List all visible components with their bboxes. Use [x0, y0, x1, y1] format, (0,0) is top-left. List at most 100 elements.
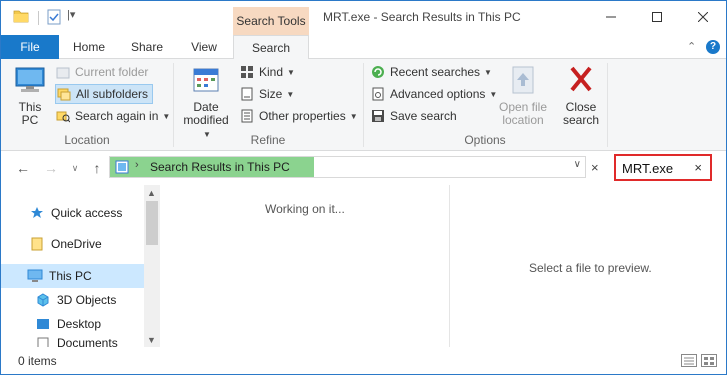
search-again-in-label: Search again in [75, 109, 159, 123]
folder-icon[interactable] [13, 9, 29, 26]
recent-searches-button[interactable]: Recent searches ▼ [370, 62, 492, 82]
open-file-location-label: Open file location [498, 100, 548, 127]
scroll-thumb[interactable] [146, 201, 158, 245]
nav-item-desktop[interactable]: Desktop [1, 312, 144, 336]
calendar-icon [177, 65, 235, 98]
title-bar: |▾ Search Tools MRT.exe - Search Results… [1, 1, 726, 35]
group-separator [607, 63, 608, 147]
tab-home[interactable]: Home [65, 35, 113, 59]
all-subfolders-button[interactable]: All subfolders [55, 84, 154, 104]
tab-share[interactable]: Share [123, 35, 171, 59]
navigation-scrollbar[interactable]: ▲ ▼ [144, 185, 160, 347]
file-list[interactable]: Working on it... [162, 185, 449, 347]
search-input[interactable]: MRT.exe × [614, 154, 712, 181]
dropdown-arrow-icon: ▼ [162, 111, 171, 121]
nav-item-label: OneDrive [51, 237, 102, 251]
customize-quick-access-icon[interactable]: |▾ [67, 8, 75, 21]
status-bar: 0 items [1, 347, 726, 374]
search-results-icon [115, 160, 129, 177]
forward-button[interactable]: → [43, 159, 59, 177]
nav-item-quick-access[interactable]: Quick access [1, 201, 144, 225]
breadcrumb-chevron-icon: › [135, 159, 139, 171]
search-again-in-button[interactable]: Search again in ▼ [55, 106, 170, 126]
dropdown-arrow-icon: ▼ [484, 67, 492, 77]
other-properties-button[interactable]: Other properties ▼ [239, 106, 358, 126]
folder-icon [29, 236, 45, 252]
nav-item-documents[interactable]: Documents [1, 336, 144, 347]
refine-group-label: Refine [250, 133, 286, 147]
window-title: MRT.exe - Search Results in This PC [323, 10, 521, 24]
back-button[interactable]: ← [15, 159, 31, 177]
tab-search[interactable]: Search [233, 35, 309, 60]
close-search-button[interactable]: Close search [559, 65, 603, 127]
navigation-bar: ← → ∨ ↑ › Search Results in This PC ∨ × … [1, 151, 726, 185]
location-group-label: Location [64, 133, 110, 147]
save-search-label: Save search [390, 109, 457, 123]
advanced-options-icon [370, 86, 386, 102]
dropdown-arrow-icon: ▼ [349, 111, 358, 121]
address-path: Search Results in This PC [150, 160, 290, 174]
open-file-location-button[interactable]: Open file location [495, 65, 551, 127]
close-button[interactable] [680, 1, 726, 35]
open-file-location-icon [495, 65, 551, 98]
subfolders-icon [56, 86, 72, 102]
date-modified-label: Date modified [183, 100, 229, 127]
ribbon: This PC Current folder All subfolders Se… [1, 59, 726, 151]
recent-locations-button[interactable]: ∨ [67, 159, 83, 177]
close-search-icon [559, 65, 603, 98]
save-search-button[interactable]: Save search [370, 106, 457, 126]
chevron-down-icon: ∨ [71, 162, 79, 173]
address-bar[interactable]: › Search Results in This PC ∨ [109, 156, 586, 178]
other-properties-label: Other properties [259, 109, 346, 123]
computer-icon [9, 65, 51, 98]
nav-item-label: 3D Objects [57, 293, 117, 307]
desktop-icon [35, 316, 51, 332]
close-icon [697, 11, 709, 25]
options-group-label: Options [464, 133, 506, 147]
this-pc-label: This PC [18, 100, 42, 127]
details-view-icon[interactable] [681, 354, 697, 367]
clear-search-icon[interactable]: × [694, 160, 702, 175]
recent-searches-icon [370, 64, 386, 80]
tab-view[interactable]: View [181, 35, 227, 59]
size-label: Size [259, 87, 283, 101]
tab-file[interactable]: File [1, 35, 59, 59]
nav-item-3d-objects[interactable]: 3D Objects [1, 288, 144, 312]
monitor-icon [27, 268, 43, 284]
search-query: MRT.exe [622, 161, 674, 176]
up-button[interactable]: ↑ [89, 159, 105, 177]
kind-icon [239, 64, 255, 80]
nav-item-onedrive[interactable]: OneDrive [1, 232, 144, 256]
size-icon [239, 86, 255, 102]
current-folder-button[interactable]: Current folder [55, 62, 148, 82]
collapse-ribbon-icon[interactable]: ⌃ [687, 40, 696, 53]
item-count: 0 items [18, 354, 57, 368]
kind-label: Kind [259, 65, 284, 79]
advanced-options-button[interactable]: Advanced options ▼ [370, 84, 497, 104]
up-arrow-icon: ↑ [93, 160, 101, 176]
scroll-down-icon[interactable]: ▼ [147, 335, 156, 345]
preview-pane: Select a file to preview. [449, 185, 726, 347]
nav-item-label: Desktop [57, 317, 102, 331]
maximize-icon [652, 11, 662, 25]
kind-button[interactable]: Kind ▼ [239, 62, 295, 82]
cube-icon [35, 292, 51, 308]
close-search-label: Close search [562, 100, 600, 127]
explorer-window: |▾ Search Tools MRT.exe - Search Results… [0, 0, 727, 375]
ribbon-tabs: File Home Share View Search ⌃ ? [1, 35, 726, 60]
minimize-button[interactable] [588, 1, 634, 35]
large-icons-view-icon[interactable] [701, 354, 717, 367]
nav-item-this-pc[interactable]: This PC [1, 264, 144, 288]
nav-item-label: Quick access [51, 206, 123, 220]
save-icon [370, 108, 386, 124]
maximize-button[interactable] [634, 1, 680, 35]
date-modified-button[interactable]: Date modified ▼ [177, 65, 235, 141]
address-dropdown-icon[interactable]: ∨ [574, 159, 581, 170]
help-icon[interactable]: ? [706, 40, 720, 54]
scroll-up-icon[interactable]: ▲ [147, 188, 156, 198]
size-button[interactable]: Size ▼ [239, 84, 294, 104]
properties-icon[interactable] [47, 9, 61, 28]
this-pc-button[interactable]: This PC [9, 65, 51, 127]
stop-search-icon[interactable]: × [591, 160, 599, 175]
forward-arrow-icon: → [44, 160, 58, 176]
